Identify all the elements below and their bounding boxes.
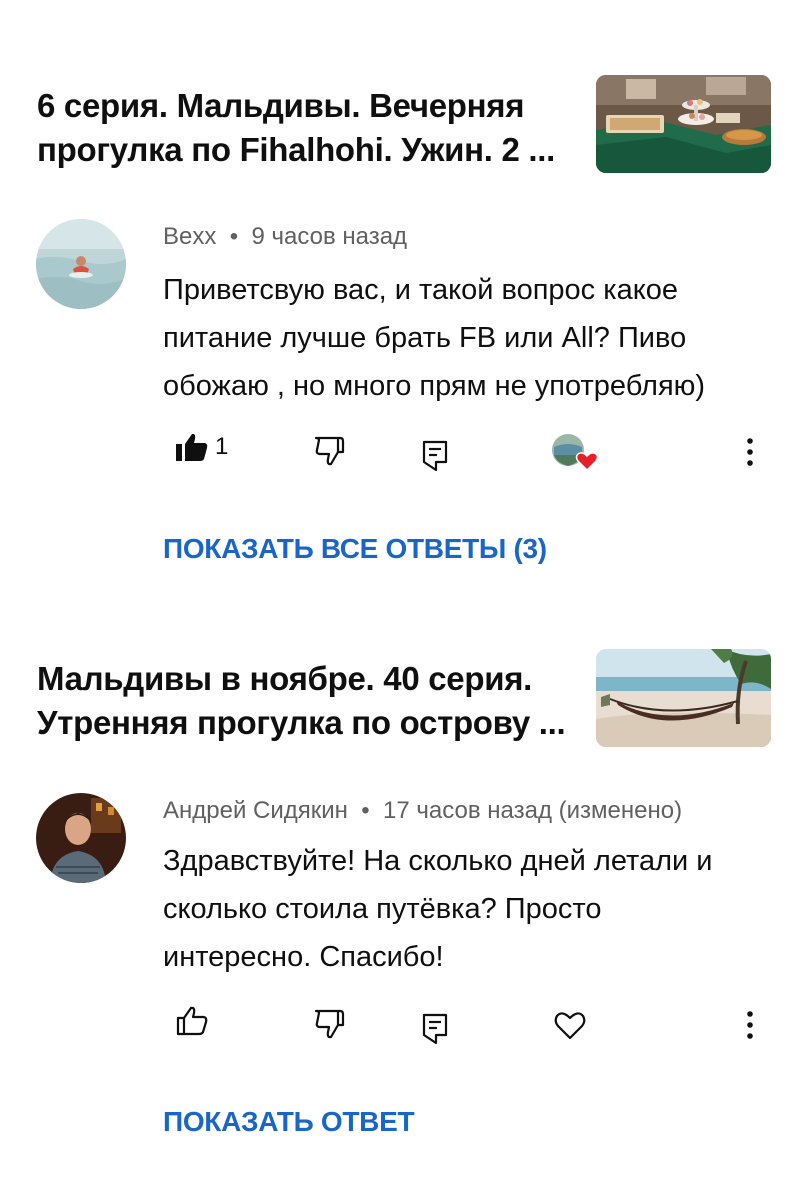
meta-separator: • <box>354 797 377 824</box>
author-name[interactable]: Bexx <box>163 223 216 250</box>
heart-outline-icon <box>554 1012 586 1040</box>
video-thumbnail[interactable] <box>596 75 771 173</box>
comment-card: 6 серия. Мальдивы. Вечерняя прогулка по … <box>0 0 807 600</box>
video-thumbnail[interactable] <box>596 649 771 747</box>
comment-reply-icon <box>422 440 448 472</box>
meta-separator: • <box>223 223 245 250</box>
more-vert-icon <box>747 438 753 466</box>
dislike-button[interactable] <box>314 1008 348 1040</box>
creator-heart-icon <box>552 434 597 472</box>
more-options-button[interactable] <box>742 437 758 467</box>
creator-heart-button[interactable] <box>553 1009 587 1041</box>
thumbs-down-icon <box>314 436 345 466</box>
like-count: 1 <box>215 433 229 460</box>
comment-time: 17 часов назад (изменено) <box>383 797 683 824</box>
comment-text: Приветсвую вас, и такой вопрос какое пит… <box>163 266 773 410</box>
thumbs-up-icon <box>176 1006 208 1036</box>
comment-text-line: обожаю , но много прям не употребляю) <box>163 370 706 402</box>
comment-text-line: интересно. Спасибо! <box>163 941 444 973</box>
dislike-button[interactable] <box>314 435 348 467</box>
comment-time: 9 часов назад <box>251 223 408 250</box>
show-reply-button[interactable]: ПОКАЗАТЬ ОТВЕТ <box>163 1106 415 1138</box>
comment-text-line: питание лучше брать FB или All? Пиво <box>163 322 687 354</box>
beach-hammock-thumbnail-icon <box>596 649 771 747</box>
comment-text: Здравствуйте! На сколько дней летали и с… <box>163 837 773 981</box>
user-photo-avatar-icon <box>36 793 126 883</box>
reply-button[interactable] <box>422 440 448 472</box>
like-button[interactable] <box>176 1005 216 1037</box>
creator-heart-badge <box>551 433 597 473</box>
avatar[interactable] <box>36 219 126 309</box>
video-title-link[interactable]: 6 серия. Мальдивы. Вечерняя прогулка по … <box>37 84 577 172</box>
show-replies-button[interactable]: ПОКАЗАТЬ ВСЕ ОТВЕТЫ (3) <box>163 533 547 565</box>
more-vert-icon <box>747 1011 753 1039</box>
video-title-link[interactable]: Мальдивы в ноябре. 40 серия. Утренняя пр… <box>37 657 577 745</box>
buffet-dinner-thumbnail-icon <box>596 75 771 173</box>
avatar[interactable] <box>36 793 126 883</box>
comment-meta: Андрей Сидякин • 17 часов назад (изменен… <box>163 797 682 825</box>
comment-text-line: сколько стоила путёвка? Просто <box>163 893 602 925</box>
comment-card: Мальдивы в ноябре. 40 серия. Утренняя пр… <box>0 600 807 1200</box>
swimmer-avatar-icon <box>36 219 126 309</box>
thumbs-down-icon <box>314 1009 345 1039</box>
comment-text-line: Здравствуйте! На сколько дней летали и <box>163 845 713 877</box>
comment-reply-icon <box>422 1013 448 1045</box>
author-name[interactable]: Андрей Сидякин <box>163 797 348 824</box>
more-options-button[interactable] <box>742 1010 758 1040</box>
comment-text-line: Приветсвую вас, и такой вопрос какое <box>163 274 678 306</box>
like-button[interactable]: 1 <box>175 432 228 462</box>
reply-button[interactable] <box>422 1013 448 1045</box>
comment-meta: Bexx • 9 часов назад <box>163 223 407 251</box>
thumbs-up-filled-icon <box>176 433 208 461</box>
